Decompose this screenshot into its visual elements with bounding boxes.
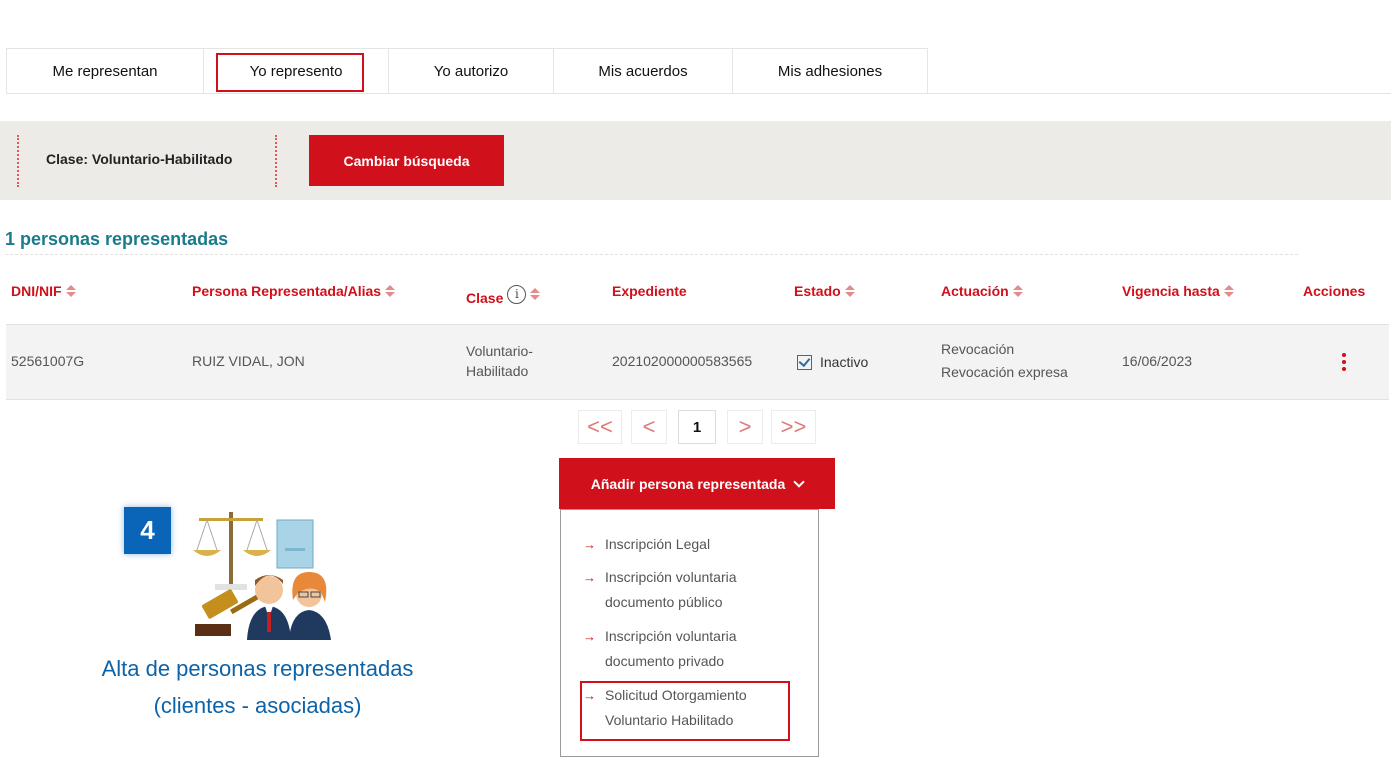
highlight-box [580,681,790,741]
change-search-button[interactable]: Cambiar búsqueda [309,135,504,186]
header-label: Acciones [1303,283,1366,299]
arrow-right-icon: → [583,537,596,552]
actuacion-line: Revocación [941,341,1015,357]
sort-icon [1223,284,1234,298]
column-header-dni[interactable]: DNI/NIF [11,283,76,299]
column-header-estado[interactable]: Estado [794,283,855,299]
pagination-next[interactable]: > [727,410,763,444]
column-header-actuacion[interactable]: Actuación [941,283,1023,299]
column-header-clase[interactable]: Clase i [466,282,541,306]
tab-yo-autorizo[interactable]: Yo autorizo [388,48,554,93]
menu-item-label: Inscripción Legal [605,536,711,552]
header-label: Estado [794,283,841,299]
cell-clase: Voluntario- Habilitado [466,341,533,381]
tab-me-representan[interactable]: Me representan [6,48,204,93]
header-label: Persona Representada/Alias [192,283,382,299]
sort-icon [844,284,855,298]
divider [17,135,19,187]
clase-line: Habilitado [466,363,529,379]
header-label: Actuación [941,283,1009,299]
cell-actuacion: Revocación Revocación expresa [941,338,1068,384]
annotation-caption: Alta de personas representadas (clientes… [40,650,475,724]
filter-clase-label: Clase: Voluntario-Habilitado [46,151,233,167]
menu-item-label: Inscripción voluntaria [605,569,737,585]
tab-label: Mis adhesiones [777,62,883,80]
tab-yo-represento[interactable]: Yo represento [203,48,389,93]
legal-illustration-icon [193,512,331,640]
clase-line: Voluntario- [466,343,533,359]
menu-item-inscripcion-publico[interactable]: → Inscripción voluntaria documento públic… [583,565,737,615]
caption-line: Alta de personas representadas [101,656,414,681]
pagination-page-1[interactable]: 1 [678,410,716,444]
sort-icon [530,287,541,301]
cell-persona: RUIZ VIDAL, JON [192,353,305,369]
tab-label: Mis acuerdos [598,62,688,80]
tab-bar: Me representan Yo represento Yo autorizo… [6,48,1391,94]
filter-bar: Clase: Voluntario-Habilitado Cambiar bús… [0,121,1391,200]
chevron-down-icon [793,475,805,488]
tab-mis-adhesiones[interactable]: Mis adhesiones [732,48,928,93]
tab-label: Yo represento [249,62,343,80]
divider [275,135,277,187]
column-header-expediente: Expediente [612,283,687,299]
pagination-prev[interactable]: < [631,410,667,444]
header-label: DNI/NIF [11,283,62,299]
sort-icon [65,284,76,298]
menu-item-label: documento privado [605,653,725,669]
info-icon[interactable]: i [507,284,527,304]
menu-item-label: documento público [605,594,723,610]
actuacion-line: Revocación expresa [941,364,1068,380]
cell-dni: 52561007G [11,353,85,369]
column-header-vigencia[interactable]: Vigencia hasta [1122,283,1234,299]
arrow-right-icon: → [583,570,596,585]
add-menu-dropdown: → Inscripción Legal → Inscripción volunt… [560,509,819,757]
table-row: 52561007G RUIZ VIDAL, JON Voluntario- Ha… [6,324,1389,400]
divider [5,254,1298,255]
step-badge: 4 [124,507,171,554]
sort-icon [1012,284,1023,298]
header-label: Clase [466,290,504,306]
pagination-first[interactable]: << [578,410,622,444]
sort-icon [385,284,396,298]
estado-value: Inactivo [820,354,869,370]
column-header-acciones: Acciones [1303,283,1365,299]
arrow-right-icon: → [583,629,596,644]
tab-label: Me representan [52,62,158,80]
tab-label: Yo autorizo [433,62,509,80]
column-header-persona[interactable]: Persona Representada/Alias [192,283,396,299]
menu-item-inscripcion-privado[interactable]: → Inscripción voluntaria documento privad… [583,624,737,674]
checkbox-icon [797,354,812,370]
add-button-label: Añadir persona representada [590,475,786,492]
tab-mis-acuerdos[interactable]: Mis acuerdos [553,48,733,93]
kebab-menu-icon[interactable] [1342,353,1348,371]
pagination-last[interactable]: >> [771,410,816,444]
header-label: Expediente [612,283,687,299]
header-label: Vigencia hasta [1122,283,1220,299]
results-count: 1 personas representadas [5,229,229,249]
cell-vigencia: 16/06/2023 [1122,353,1193,369]
menu-item-inscripcion-legal[interactable]: → Inscripción Legal [583,532,710,557]
cell-estado: Inactivo [797,352,868,372]
add-represented-person-button[interactable]: Añadir persona representada [559,458,835,509]
menu-item-label: Inscripción voluntaria [605,628,737,644]
caption-line: (clientes - asociadas) [153,693,362,718]
cell-expediente: 202102000000583565 [612,353,753,369]
